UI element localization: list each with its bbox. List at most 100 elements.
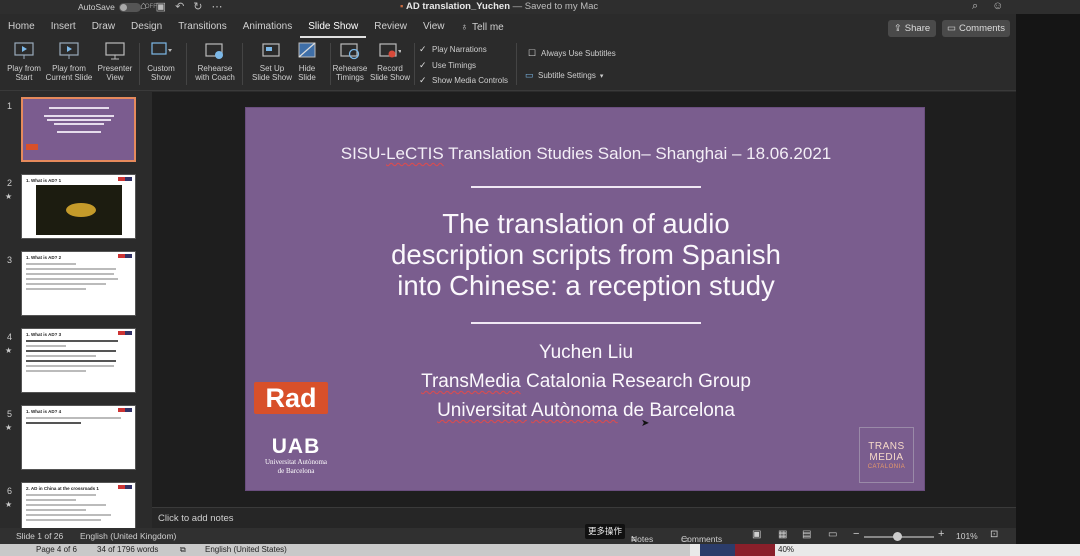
- group-misspelled-word: TransMedia: [421, 371, 521, 392]
- hide-slide-button[interactable]: Hide Slide: [283, 41, 331, 82]
- current-slide[interactable]: SISU-LeCTIS Translation Studies Salon– S…: [245, 107, 925, 491]
- slide-subtitle[interactable]: SISU-LeCTIS Translation Studies Salon– S…: [246, 144, 926, 164]
- tab-slide-show[interactable]: Slide Show: [300, 16, 367, 38]
- chevron-down-icon: ▾: [599, 72, 604, 80]
- reading-view-icon[interactable]: ▤: [802, 529, 811, 540]
- tab-insert[interactable]: Insert: [43, 16, 84, 38]
- account-icon[interactable]: ☺: [992, 0, 1003, 13]
- tell-me[interactable]: ♁ Tell me: [453, 22, 512, 33]
- research-group: TransMedia Catalonia Research Group: [246, 367, 926, 396]
- use-timings-checkbox[interactable]: ✓ Use Timings: [419, 60, 476, 71]
- notes-pane[interactable]: Click to add notes: [152, 507, 1016, 528]
- thumbnail-number: 1: [7, 101, 13, 111]
- custom-show-button[interactable]: Custom Show: [137, 41, 185, 82]
- checkbox-icon: ☐: [528, 48, 537, 58]
- ribbon-divider: [242, 43, 243, 85]
- thumb-text-line: [26, 263, 76, 265]
- tab-home[interactable]: Home: [0, 16, 43, 38]
- undo-icon[interactable]: ↶: [175, 0, 184, 13]
- tab-animations[interactable]: Animations: [235, 16, 300, 38]
- tab-transitions[interactable]: Transitions: [170, 16, 235, 38]
- tab-view[interactable]: View: [415, 16, 453, 38]
- presenter-view-button[interactable]: Presenter View: [91, 41, 139, 82]
- normal-view-icon[interactable]: ▣: [752, 529, 761, 540]
- timer-icon: [339, 41, 361, 61]
- thumbnail-slide-1[interactable]: 1: [0, 97, 150, 167]
- redo-icon[interactable]: ↻: [193, 0, 202, 13]
- slide-show-icon[interactable]: ▭: [828, 529, 837, 540]
- uab-logo-subtext: Universitat Autònoma: [264, 458, 328, 466]
- play-current-icon: [58, 41, 80, 61]
- flags-icon: [118, 254, 132, 258]
- thumb-text-line: [26, 278, 118, 280]
- title-line: description scripts from Spanish: [391, 239, 781, 270]
- tm-logo-line: MEDIA: [869, 452, 904, 463]
- zoom-out-icon[interactable]: −: [853, 528, 859, 540]
- divider-line: [471, 186, 701, 188]
- doc-icon: ▪: [400, 1, 404, 12]
- save-status: — Saved to my Mac: [512, 1, 599, 12]
- language-status[interactable]: English (United Kingdom): [80, 531, 176, 541]
- zoom-slider-handle[interactable]: [893, 532, 902, 541]
- tab-design[interactable]: Design: [123, 16, 170, 38]
- zoom-level[interactable]: 101%: [956, 531, 978, 541]
- zoom-in-icon[interactable]: +: [938, 528, 944, 540]
- share-icon: ⇪: [893, 23, 902, 34]
- show-media-controls-label: Show Media Controls: [432, 76, 509, 85]
- checkmark-icon: ✓: [419, 60, 427, 70]
- play-narrations-label: Play Narrations: [432, 45, 487, 54]
- thumbnail-card: 1. What is AD? 4: [21, 405, 136, 470]
- univ-misspelled-word: Autònoma: [531, 400, 618, 421]
- play-from-start-button[interactable]: Play from Start: [0, 41, 48, 82]
- always-use-subtitles-label: Always Use Subtitles: [541, 49, 616, 58]
- autosave-toggle[interactable]: [118, 2, 141, 12]
- thumb-text-line: [26, 370, 86, 372]
- tell-me-label: Tell me: [472, 21, 504, 33]
- search-icon[interactable]: ⌕: [972, 0, 978, 13]
- mouse-cursor-icon: ➤: [641, 418, 650, 429]
- subtitle-settings-dropdown[interactable]: ▭ Subtitle Settings ▾: [525, 70, 603, 81]
- fit-to-window-icon[interactable]: ⊡: [990, 529, 998, 540]
- slide-author-block[interactable]: Yuchen Liu TransMedia Catalonia Research…: [246, 338, 926, 425]
- share-button[interactable]: ⇪ Share: [888, 20, 936, 37]
- rehearse-with-coach-button[interactable]: Rehearse with Coach: [191, 41, 239, 82]
- slide-thumbnails-pane[interactable]: 1 2 ★ 1. What is AD? 1 3 1. What is AD? …: [0, 92, 150, 528]
- thumb-text-line: [26, 519, 101, 521]
- ribbon-divider: [414, 43, 415, 85]
- slide-sorter-icon[interactable]: ▦: [778, 529, 787, 540]
- proofing-icon: ⧉: [180, 545, 186, 554]
- home-icon[interactable]: ⌂: [140, 0, 147, 13]
- thumb-text-line: [53, 123, 104, 125]
- thumbnail-slide-5[interactable]: 5 ★ 1. What is AD? 4: [0, 405, 150, 475]
- custom-show-icon: [150, 41, 172, 61]
- transmedia-logo: TRANS MEDIA CATALONIA: [859, 427, 914, 483]
- coach-icon: [204, 41, 226, 61]
- always-use-subtitles-checkbox[interactable]: ☐ Always Use Subtitles: [528, 48, 616, 59]
- video-thumbnail: [36, 185, 122, 235]
- play-from-current-button[interactable]: Play from Current Slide: [44, 41, 94, 82]
- background-tab: [735, 544, 775, 556]
- save-icon[interactable]: ▣: [156, 0, 166, 13]
- thumbnail-slide-4[interactable]: 4 ★ 1. What is AD? 3: [0, 328, 150, 398]
- thumbnail-slide-3[interactable]: 3 1. What is AD? 2: [0, 251, 150, 321]
- tab-review[interactable]: Review: [366, 16, 415, 38]
- tm-logo-line: TRANS: [868, 441, 905, 452]
- comments-toggle-label: Comments: [681, 534, 723, 544]
- play-from-start-line1: Play from: [7, 64, 41, 73]
- comments-button[interactable]: ▭ Comments: [942, 20, 1010, 37]
- tab-draw[interactable]: Draw: [84, 16, 123, 38]
- background-tab: [700, 544, 735, 556]
- subtitle-misspelled-word: LeCTIS: [386, 144, 444, 163]
- slide-title[interactable]: The translation of audio description scr…: [306, 208, 866, 301]
- thumbnail-slide-6[interactable]: 6 ★ 2. AD in China at the crossroads 1: [0, 482, 150, 528]
- thumbnail-slide-2[interactable]: 2 ★ 1. What is AD? 1: [0, 174, 150, 244]
- show-media-controls-checkbox[interactable]: ✓ Show Media Controls: [419, 75, 508, 86]
- play-from-start-line2: Start: [15, 73, 33, 82]
- notes-toggle-label: Notes: [631, 534, 654, 544]
- play-narrations-checkbox[interactable]: ✓ Play Narrations: [419, 44, 487, 55]
- record-slide-show-button[interactable]: Record Slide Show: [366, 41, 414, 82]
- background-strip: [1016, 0, 1080, 556]
- ribbon-tabs: Home Insert Draw Design Transitions Anim…: [0, 16, 1016, 38]
- thumbnail-number: 6: [7, 486, 13, 496]
- more-icon[interactable]: ⋯: [212, 0, 223, 13]
